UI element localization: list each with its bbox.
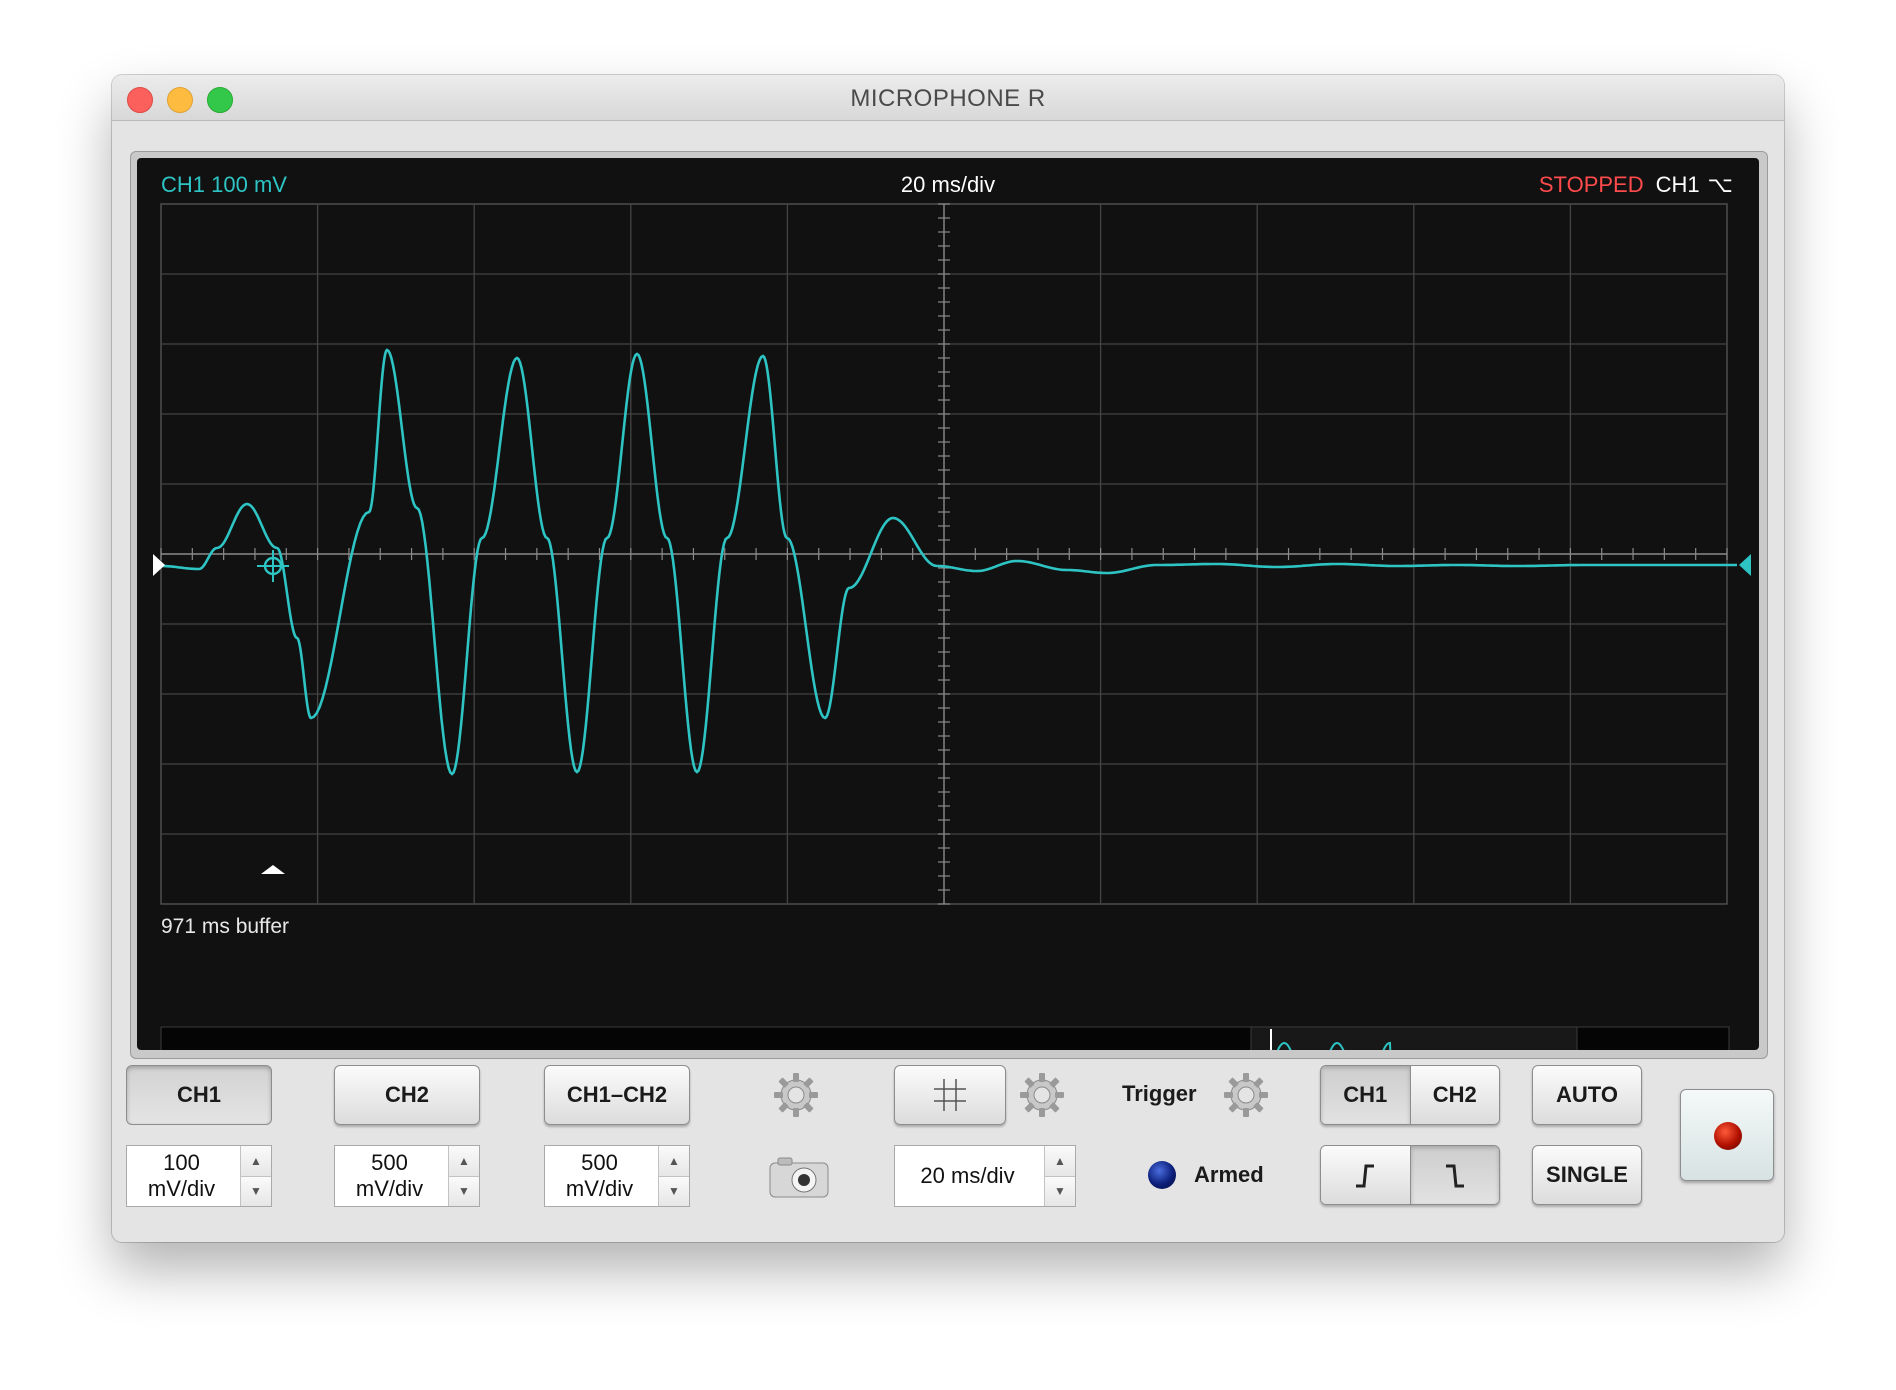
timebase-label: 20 ms/div [900, 172, 996, 197]
ch1-volts-up-icon[interactable]: ▲ [241, 1146, 271, 1176]
time-up-icon[interactable]: ▲ [1045, 1146, 1075, 1176]
ch2-volts-per-div-stepper[interactable]: 500 mV/div ▲ ▼ [334, 1145, 480, 1207]
grid-icon [934, 1079, 966, 1111]
ch2-volts-up-icon[interactable]: ▲ [449, 1146, 479, 1176]
time-per-div-value[interactable]: 20 ms/div [895, 1163, 1044, 1189]
gear-icon[interactable] [772, 1071, 820, 1119]
graticule [160, 203, 1728, 905]
title-bar[interactable]: MICROPHONE R [112, 75, 1784, 121]
buffer-view-window[interactable] [1250, 1026, 1578, 1050]
ch1-volts-down-icon[interactable]: ▼ [241, 1175, 271, 1206]
trigger-source-selector[interactable]: CH1 CH2 [1320, 1065, 1500, 1125]
control-panel: CH1 CH2 CH1–CH2 100 mV/div ▲ ▼ 500 mV/div… [112, 1065, 1784, 1225]
ch1-minus-ch2-button[interactable]: CH1–CH2 [544, 1065, 690, 1125]
trigger-channel-status: CH1 [1655, 172, 1700, 197]
trigger-source-ch1[interactable]: CH1 [1321, 1066, 1410, 1124]
buffer-label: 971 ms buffer [161, 915, 290, 938]
camera-icon[interactable] [768, 1155, 830, 1199]
auto-button[interactable]: AUTO [1532, 1065, 1642, 1125]
gear-icon[interactable] [1018, 1071, 1066, 1119]
ch2-volts-down-icon[interactable]: ▼ [449, 1175, 479, 1206]
ch1-offset-marker[interactable] [153, 554, 165, 576]
record-button[interactable] [1680, 1089, 1774, 1181]
ch1-volts-per-div-value[interactable]: 100 mV/div [127, 1150, 240, 1202]
trigger-slope-selector[interactable] [1320, 1145, 1500, 1205]
single-button[interactable]: SINGLE [1532, 1145, 1642, 1205]
ch1-button[interactable]: CH1 [126, 1065, 272, 1125]
gear-icon[interactable] [1222, 1071, 1270, 1119]
scope-display-frame: CH1 100 mV 20 ms/div STOPPED CH1 ⌥ 971 ms … [130, 151, 1768, 1059]
time-down-icon[interactable]: ▼ [1045, 1175, 1075, 1206]
diff-volts-down-icon[interactable]: ▼ [659, 1175, 689, 1206]
ch2-button[interactable]: CH2 [334, 1065, 480, 1125]
armed-label: Armed [1194, 1162, 1264, 1187]
buffer-position-caret[interactable] [261, 865, 285, 874]
armed-indicator [1148, 1161, 1176, 1189]
trigger-label: Trigger [1122, 1081, 1197, 1106]
rising-edge-button[interactable] [1321, 1146, 1410, 1204]
diff-volts-up-icon[interactable]: ▲ [659, 1146, 689, 1176]
acquisition-status: STOPPED CH1 ⌥ [1539, 172, 1733, 198]
stopped-status: STOPPED [1538, 172, 1644, 197]
falling-edge-button[interactable] [1409, 1146, 1499, 1204]
trigger-level-marker[interactable] [1739, 554, 1751, 576]
grid-toggle-button[interactable] [894, 1065, 1006, 1125]
window-title: MICROPHONE R [850, 85, 1046, 112]
trigger-slope-status-icon: ⌥ [1707, 172, 1733, 197]
falling-edge-icon [1445, 1164, 1464, 1188]
ch1-volts-per-div-stepper[interactable]: 100 mV/div ▲ ▼ [126, 1145, 272, 1207]
scope-screen[interactable] [137, 158, 1759, 1050]
oscilloscope-window: MICROPHONE R CH1 100 mV 20 ms/div STOPPE… [112, 75, 1784, 1242]
rising-edge-icon [1356, 1164, 1375, 1188]
ch2-volts-per-div-value[interactable]: 500 mV/div [335, 1150, 448, 1202]
time-per-div-stepper[interactable]: 20 ms/div ▲ ▼ [894, 1145, 1076, 1207]
scope-display: CH1 100 mV 20 ms/div STOPPED CH1 ⌥ 971 ms … [137, 158, 1759, 1050]
diff-volts-per-div-stepper[interactable]: 500 mV/div ▲ ▼ [544, 1145, 690, 1207]
trigger-source-ch2[interactable]: CH2 [1409, 1066, 1499, 1124]
diff-volts-per-div-value[interactable]: 500 mV/div [545, 1150, 658, 1202]
record-icon [1714, 1122, 1742, 1150]
